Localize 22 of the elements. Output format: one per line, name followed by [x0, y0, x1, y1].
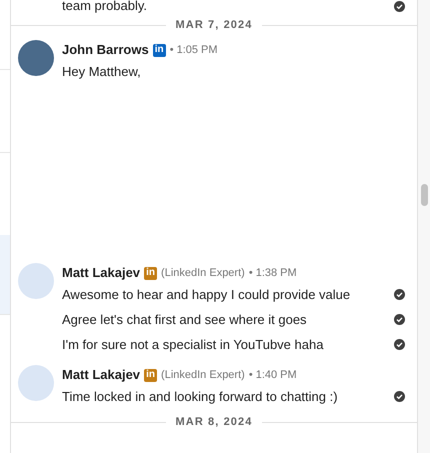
message-time: • 1:38 PM — [248, 266, 297, 281]
date-divider: MAR 7, 2024 — [174, 18, 254, 34]
message-time: • 1:05 PM — [170, 42, 218, 58]
message-text: Agree let's chat first and see where it goes — [62, 310, 308, 329]
message-time: • 1:40 PM — [248, 368, 297, 383]
scrollbar-thumb[interactable] — [421, 184, 428, 206]
linkedin-badge: in — [152, 44, 166, 56]
message-text: Time locked in and looking forward to chatting :) — [62, 388, 339, 406]
date-divider: MAR 8, 2024 — [174, 415, 254, 430]
message-text: Awesome to hear and happy I could provide value — [62, 286, 352, 304]
message-text: team probably. — [62, 0, 148, 12]
sidebar-item[interactable] — [0, 235, 10, 315]
avatar[interactable] — [18, 40, 54, 76]
message-text: I'm for sure not a specialist in YouTubve haha — [62, 336, 324, 354]
sender-role: (LinkedIn Expert) — [161, 266, 245, 281]
sender-name[interactable]: Matt Lakajev — [62, 365, 140, 385]
sender-role: (LinkedIn Expert) — [161, 368, 245, 383]
sender-name[interactable]: John Barrows — [62, 40, 149, 60]
linkedin-badge: in — [144, 266, 158, 280]
linkedin-badge: in — [144, 368, 158, 382]
sender-name[interactable]: Matt Lakajev — [62, 263, 140, 283]
message-text: Hey Matthew, — [62, 62, 142, 81]
